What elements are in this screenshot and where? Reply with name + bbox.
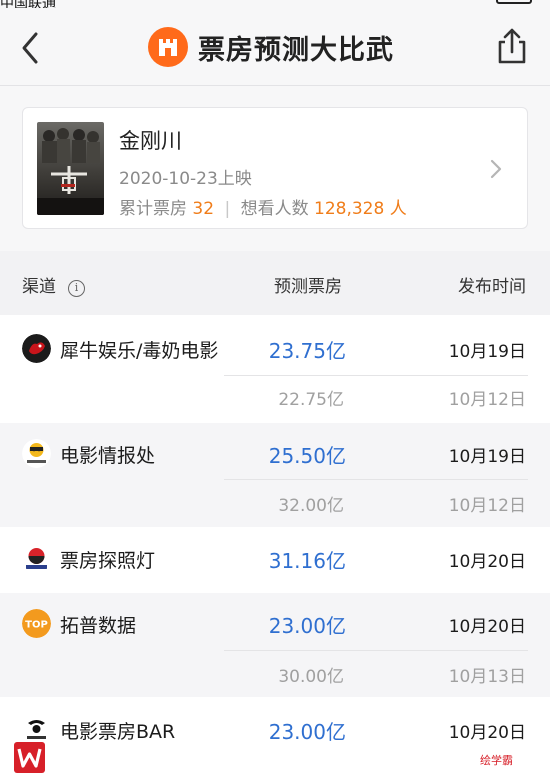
movie-intel-logo-icon — [22, 439, 51, 468]
forecast-date: 10月20日 — [448, 617, 526, 637]
history-value: 32.00亿 — [278, 496, 344, 516]
box-office-label: 累计票房 — [119, 199, 187, 219]
page-title: 票房预测大比武 — [198, 34, 394, 66]
forecast-date: 10月20日 — [448, 723, 526, 743]
carrier-label: 中国联通 — [0, 0, 56, 8]
chevron-left-icon — [22, 32, 38, 64]
forecast-row: 票房探照灯 31.16亿 10月20日 — [0, 535, 550, 583]
forecast-value: 23.75亿 — [268, 339, 346, 363]
forecast-group: 电影票房BAR 23.00亿 10月20日 — [0, 697, 550, 784]
forecast-row: 犀牛娱乐/毒奶电影 23.75亿 10月19日 — [0, 325, 550, 373]
movie-stats: 累计票房 32 | 想看人数 128,328 人 — [119, 194, 407, 219]
cinema-logo-icon — [148, 27, 188, 67]
share-button[interactable] — [494, 26, 530, 66]
channel-name: 电影票房BAR — [60, 721, 176, 743]
forecast-date: 10月19日 — [448, 342, 526, 362]
status-bar: 中国联通 — [0, 0, 550, 8]
history-value: 30.00亿 — [278, 667, 344, 687]
rhino-ent-logo-icon — [22, 334, 51, 363]
channel-name: 犀牛娱乐/毒奶电影 — [60, 340, 219, 362]
channel-name: 电影情报处 — [60, 445, 156, 467]
channel-header-label: 渠道 — [22, 277, 56, 297]
predict-header: 预测票房 — [274, 277, 342, 297]
history-date: 10月13日 — [448, 667, 526, 687]
forecast-row: 电影情报处 25.50亿 10月19日 — [0, 430, 550, 478]
want-to-see-value: 128,328 人 — [314, 199, 407, 219]
history-date: 10月12日 — [448, 496, 526, 516]
forecast-value: 31.16亿 — [268, 549, 346, 573]
channel-name: 票房探照灯 — [60, 550, 156, 572]
forecast-row: TOP 拓普数据 23.00亿 10月20日 — [0, 600, 550, 648]
watermark-logo — [14, 742, 45, 773]
top-data-logo-icon: TOP — [22, 609, 51, 638]
box-office-value: 32 — [192, 199, 215, 219]
share-icon — [498, 28, 526, 64]
back-button[interactable] — [14, 28, 48, 68]
forecast-group: 电影情报处 25.50亿 10月19日 32.00亿 10月12日 — [0, 423, 550, 527]
forecast-group: TOP 拓普数据 23.00亿 10月20日 30.00亿 10月13日 — [0, 593, 550, 697]
want-to-see-label: 想看人数 — [240, 199, 309, 219]
forecast-history-row: 22.75亿 10月12日 — [0, 373, 550, 421]
forecast-value: 23.00亿 — [268, 614, 346, 638]
forecast-value: 25.50亿 — [268, 444, 346, 468]
nav-title-group: 票房预测大比武 — [148, 22, 394, 72]
forecast-date: 10月19日 — [448, 447, 526, 467]
boxoffice-bar-logo-icon — [22, 715, 51, 744]
forecast-group: 犀牛娱乐/毒奶电影 23.75亿 10月19日 22.75亿 10月12日 — [0, 315, 550, 423]
table-header: 渠道 i 预测票房 发布时间 — [0, 251, 550, 315]
forecast-history-row: 30.00亿 10月13日 — [0, 650, 550, 698]
searchlight-logo-icon — [22, 544, 51, 573]
forecast-group: 票房探照灯 31.16亿 10月20日 — [0, 527, 550, 593]
nav-bar: 票房预测大比武 — [0, 8, 550, 86]
forecast-history-row: 32.00亿 10月12日 — [0, 479, 550, 527]
movie-poster — [37, 122, 104, 215]
date-header: 发布时间 — [458, 277, 526, 297]
forecast-row: 电影票房BAR 23.00亿 10月20日 — [0, 706, 550, 754]
history-date: 10月12日 — [448, 390, 526, 410]
movie-title: 金刚川 — [119, 129, 182, 153]
svg-text:TOP: TOP — [25, 620, 48, 631]
chevron-right-icon — [490, 159, 502, 179]
stats-divider: | — [224, 199, 231, 219]
channel-header: 渠道 i — [22, 272, 85, 297]
forecast-date: 10月20日 — [448, 552, 526, 572]
battery-icon — [496, 0, 532, 4]
info-icon[interactable]: i — [68, 280, 85, 297]
movie-card[interactable]: 金刚川 2020-10-23上映 累计票房 32 | 想看人数 128,328 … — [22, 107, 528, 229]
release-date: 2020-10-23上映 — [119, 169, 252, 189]
forecast-value: 23.00亿 — [268, 720, 346, 744]
history-value: 22.75亿 — [278, 390, 344, 410]
watermark-text: 绘学霸 — [480, 754, 513, 767]
channel-name: 拓普数据 — [60, 615, 137, 637]
